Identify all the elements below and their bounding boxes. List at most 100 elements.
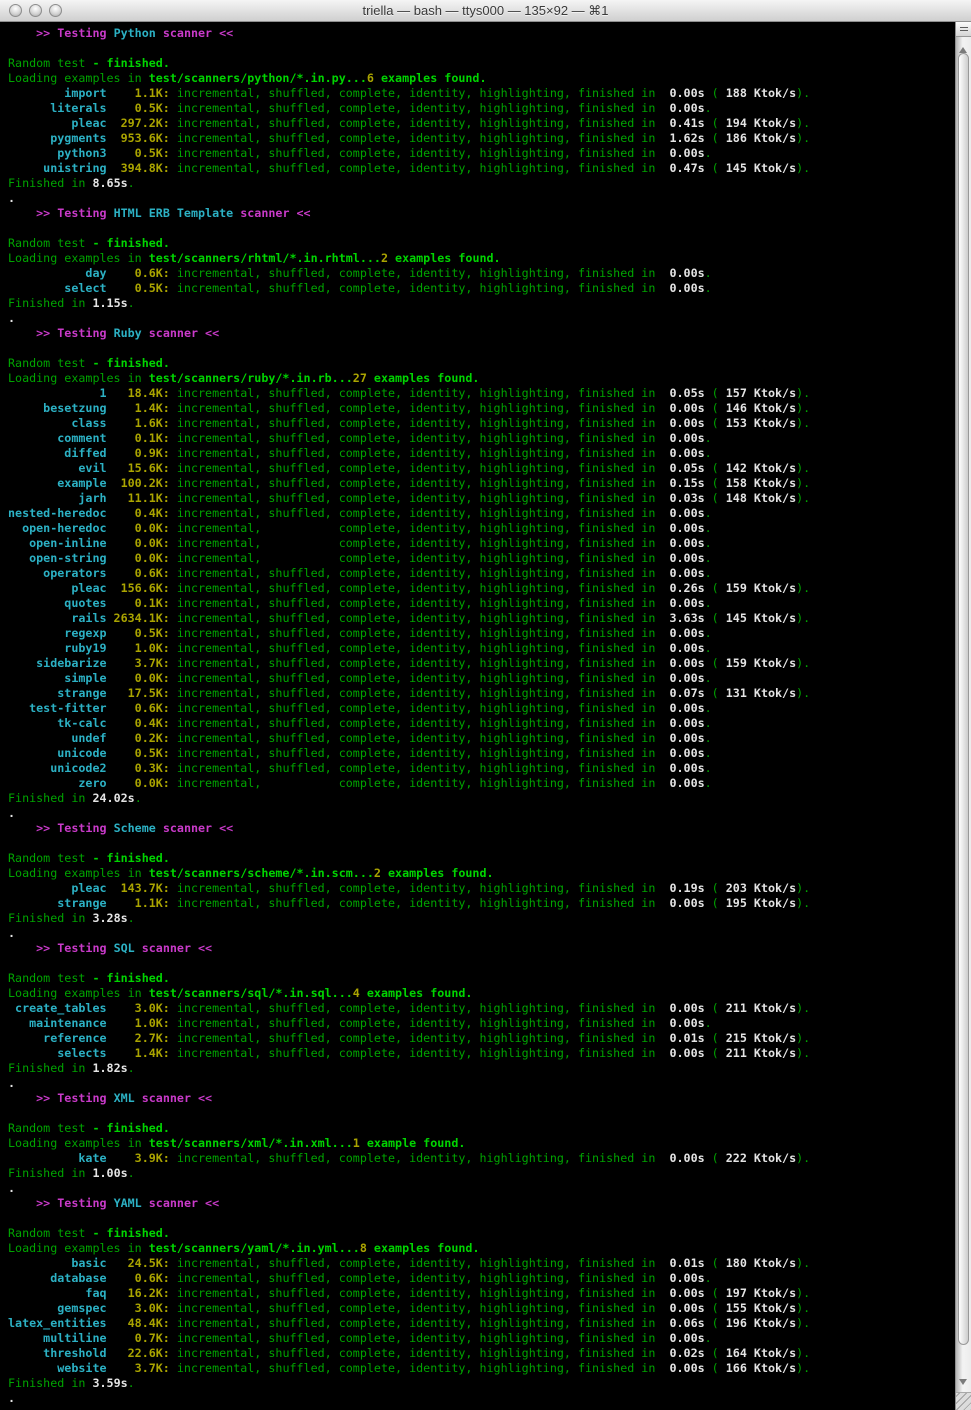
rate-open: ( — [705, 401, 726, 415]
examples-count: 6 — [367, 71, 374, 85]
resize-grip-icon[interactable] — [956, 1392, 971, 1410]
row-period: . — [705, 1016, 712, 1030]
example-segments: incremental, shuffled, complete, identit… — [170, 431, 670, 445]
rate-open: ( — [705, 131, 726, 145]
example-time: 0.00s — [669, 86, 704, 100]
minimize-button[interactable] — [29, 4, 42, 17]
random-test-status: - finished. — [92, 1226, 169, 1240]
example-row: class 1.6K: incremental, shuffled, compl… — [8, 416, 955, 431]
example-name: pleac — [8, 581, 107, 595]
rate-open: ( — [705, 686, 726, 700]
example-row: comment 0.1K: incremental, shuffled, com… — [8, 431, 955, 446]
rate-open: ( — [705, 1361, 726, 1375]
scroll-down-arrow-icon[interactable] — [959, 1379, 967, 1385]
example-row: sidebarize 3.7K: incremental, shuffled, … — [8, 656, 955, 671]
example-segments: incremental, complete, identity, highlig… — [170, 521, 670, 535]
example-segments: incremental, shuffled, complete, identit… — [170, 161, 670, 175]
random-test-line: Random test - finished. — [8, 236, 955, 251]
example-time: 0.00s — [669, 656, 704, 670]
example-row: open-string 0.0K: incremental, complete,… — [8, 551, 955, 566]
example-size: 0.6K: — [107, 266, 170, 280]
rate-close: ). — [796, 896, 810, 910]
example-size: 0.3K: — [107, 761, 170, 775]
example-segments: incremental, shuffled, complete, identit… — [170, 1361, 670, 1375]
example-row: rails 2634.1K: incremental, shuffled, co… — [8, 611, 955, 626]
example-name: test-fitter — [8, 701, 107, 715]
finished-label: Finished in — [8, 1166, 92, 1180]
rate-open: ( — [705, 1046, 726, 1060]
split-pane-icon[interactable] — [956, 22, 971, 37]
example-name: open-inline — [8, 536, 107, 550]
terminal-output: >> Testing Python scanner <<Random test … — [0, 22, 955, 1406]
loading-label: Loading examples in — [8, 1241, 149, 1255]
window-titlebar: triella — bash — ttys000 — 135×92 — ⌘1 — [0, 0, 971, 22]
example-row: create_tables 3.0K: incremental, shuffle… — [8, 1001, 955, 1016]
example-time: 0.00s — [669, 506, 704, 520]
dot-line: . — [8, 191, 955, 206]
example-row: diffed 0.9K: incremental, shuffled, comp… — [8, 446, 955, 461]
example-size: 1.1K: — [107, 86, 170, 100]
section-finished-time: 1.82s — [92, 1061, 127, 1075]
example-time: 0.00s — [669, 716, 704, 730]
example-segments: incremental, shuffled, complete, identit… — [170, 596, 670, 610]
rate-open: ( — [705, 1256, 726, 1270]
example-row: tk-calc 0.4K: incremental, shuffled, com… — [8, 716, 955, 731]
examples-count-label: examples found. — [360, 986, 473, 1000]
example-size: 1.0K: — [107, 641, 170, 655]
example-row: test-fitter 0.6K: incremental, shuffled,… — [8, 701, 955, 716]
example-size: 0.5K: — [107, 281, 170, 295]
rate-open: ( — [705, 1001, 726, 1015]
example-size: 22.6K: — [107, 1346, 170, 1360]
example-name: besetzung — [8, 401, 107, 415]
example-rate: 215 Ktok/s — [726, 1031, 796, 1045]
example-name: jarh — [8, 491, 107, 505]
example-size: 1.0K: — [107, 1016, 170, 1030]
loading-label: Loading examples in — [8, 866, 149, 880]
example-segments: incremental, shuffled, complete, identit… — [170, 266, 670, 280]
example-name: regexp — [8, 626, 107, 640]
progress-dot: . — [8, 806, 15, 820]
example-segments: incremental, shuffled, complete, identit… — [170, 1016, 670, 1030]
example-time: 0.05s — [669, 386, 704, 400]
example-time: 0.00s — [669, 731, 704, 745]
random-test-line: Random test - finished. — [8, 971, 955, 986]
section-finished-time: 3.28s — [92, 911, 127, 925]
row-period: . — [705, 671, 712, 685]
example-row: evil 15.6K: incremental, shuffled, compl… — [8, 461, 955, 476]
example-size: 18.4K: — [107, 386, 170, 400]
finished-line: Finished in 1.82s. — [8, 1061, 955, 1076]
section-finished-time: 3.59s — [92, 1376, 127, 1390]
example-rate: 194 Ktok/s — [726, 116, 796, 130]
example-segments: incremental, complete, identity, highlig… — [170, 776, 670, 790]
example-time: 0.02s — [669, 1346, 704, 1360]
example-size: 0.7K: — [107, 1331, 170, 1345]
close-button[interactable] — [9, 4, 22, 17]
example-time: 0.00s — [669, 641, 704, 655]
header-prefix: >> Testing — [8, 1196, 114, 1210]
rate-close: ). — [796, 611, 810, 625]
example-row: quotes 0.1K: incremental, shuffled, comp… — [8, 596, 955, 611]
example-name: maintenance — [8, 1016, 107, 1030]
example-segments: incremental, shuffled, complete, identit… — [170, 1271, 670, 1285]
example-time: 0.00s — [669, 401, 704, 415]
random-test-label: Random test — [8, 356, 92, 370]
scrollbar[interactable] — [955, 22, 971, 1410]
row-period: . — [705, 716, 712, 730]
blank-line — [8, 341, 955, 356]
loading-label: Loading examples in — [8, 251, 149, 265]
example-row: selects 1.4K: incremental, shuffled, com… — [8, 1046, 955, 1061]
example-name: import — [8, 86, 107, 100]
examples-path: test/scanners/ruby/*.in.rb... — [149, 371, 353, 385]
example-segments: incremental, shuffled, complete, identit… — [170, 1151, 670, 1165]
scrollbar-thumb[interactable] — [958, 53, 969, 1345]
random-test-status: - finished. — [92, 56, 169, 70]
example-size: 1.6K: — [107, 416, 170, 430]
example-segments: incremental, shuffled, complete, identit… — [170, 101, 670, 115]
blank-line — [8, 221, 955, 236]
example-rate: 197 Ktok/s — [726, 1286, 796, 1300]
example-segments: incremental, shuffled, complete, identit… — [170, 656, 670, 670]
finished-line: Finished in 24.02s. — [8, 791, 955, 806]
section-finished-time: 1.00s — [92, 1166, 127, 1180]
example-size: 0.0K: — [107, 536, 170, 550]
example-rate: 180 Ktok/s — [726, 1256, 796, 1270]
